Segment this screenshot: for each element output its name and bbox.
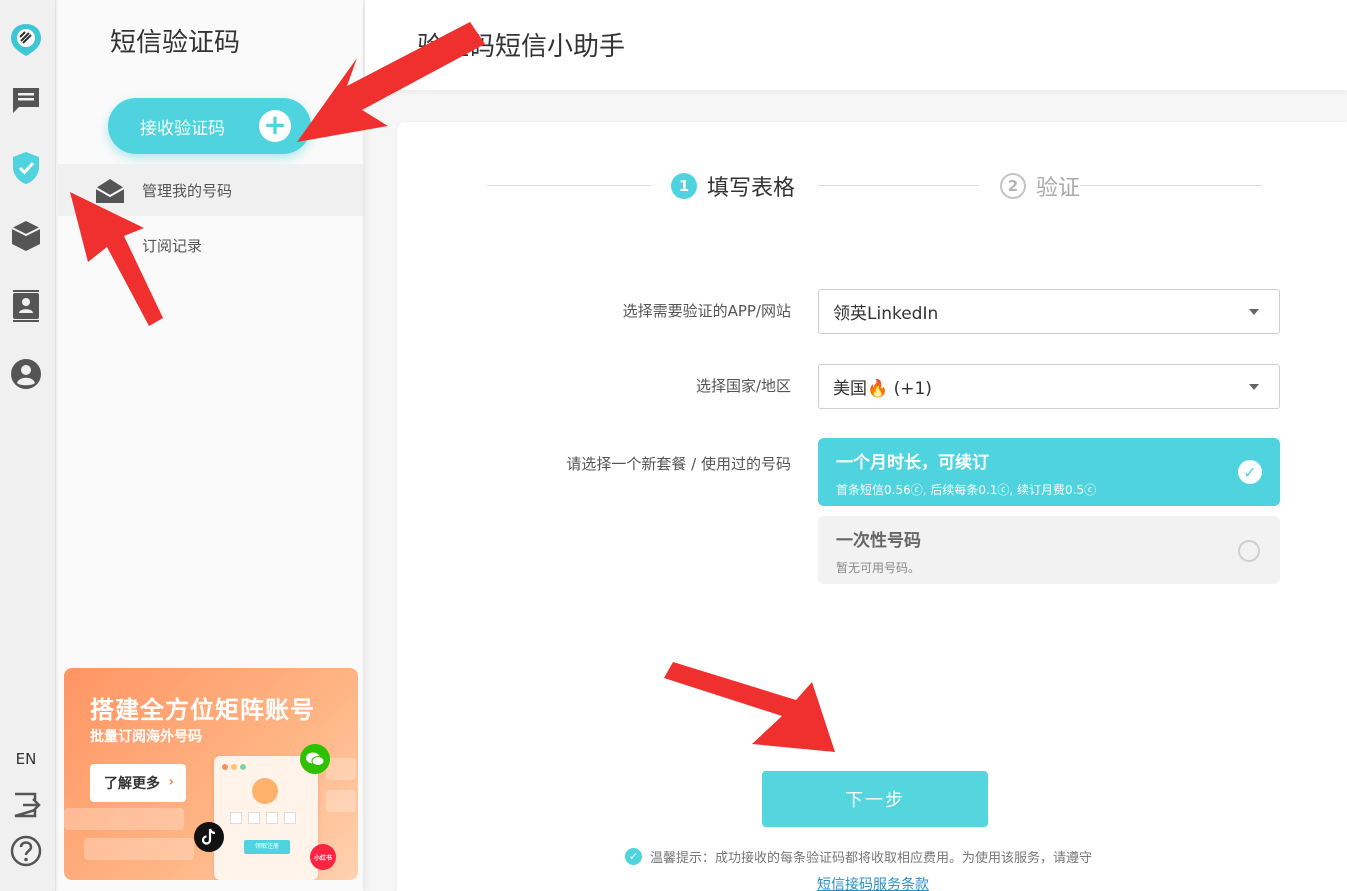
box-icon[interactable] — [8, 218, 44, 254]
promo-banner[interactable]: 搭建全方位矩阵账号 批量订阅海外号码 了解更多 › 领取注册 小红书 — [64, 668, 358, 880]
next-step-button[interactable]: 下一步 — [762, 771, 988, 827]
stepper-divider — [1080, 185, 1262, 186]
terms-link[interactable]: 短信接码服务条款 — [817, 874, 929, 891]
language-toggle[interactable]: EN — [0, 750, 52, 768]
contacts-icon[interactable] — [8, 288, 44, 324]
xiaohongshu-icon: 小红书 — [310, 844, 336, 870]
xiaohongshu-label: 小红书 — [313, 854, 332, 862]
step-fill-form: 1 填写表格 — [671, 170, 795, 202]
sidebar-item-label: 订阅记录 — [142, 236, 203, 255]
envelope-open-icon — [94, 178, 126, 204]
sidebar-item-label: 管理我的号码 — [142, 181, 233, 200]
step-label: 填写表格 — [707, 176, 796, 201]
plan-option-monthly[interactable]: 一个月时长，可续订 首条短信0.56ⓒ, 后续每条0.1ⓒ, 续订月费0.5ⓒ … — [818, 438, 1280, 506]
plan-description: 暂无可用号码。 — [836, 561, 921, 575]
promo-subtitle: 批量订阅海外号码 — [90, 729, 202, 745]
app-select[interactable]: 领英LinkedIn — [818, 289, 1280, 334]
country-field-label: 选择国家/地区 — [695, 377, 791, 395]
tiktok-icon — [194, 822, 224, 852]
radio-icon — [1238, 540, 1260, 562]
app-field-label: 选择需要验证的APP/网站 — [622, 302, 791, 320]
sidebar: 短信验证码 接收验证码 + 管理我的号码 订阅记录 搭建全方位矩阵账号 批量订阅… — [58, 0, 363, 891]
logo-icon[interactable] — [8, 22, 44, 58]
country-select-value: 美国🔥 (+1) — [833, 379, 932, 399]
promo-card-button: 领取注册 — [244, 840, 290, 854]
shield-check-icon[interactable] — [8, 150, 44, 186]
learn-more-button[interactable]: 了解更多 › — [90, 764, 186, 802]
step-number: 2 — [1000, 173, 1026, 199]
receive-code-button[interactable]: 接收验证码 + — [108, 98, 311, 154]
learn-more-label: 了解更多 — [104, 776, 160, 792]
check-icon: ✓ — [1238, 460, 1262, 484]
caret-down-icon — [1249, 384, 1259, 390]
stepper-divider — [487, 185, 651, 186]
check-circle-icon: ✓ — [625, 848, 642, 865]
plan-description: 首条短信0.56ⓒ, 后续每条0.1ⓒ, 续订月费0.5ⓒ — [836, 483, 1097, 497]
receive-code-label: 接收验证码 — [140, 118, 225, 139]
step-verify: 2 验证 — [1000, 170, 1080, 202]
fee-tip: ✓ 温馨提示：成功接收的每条验证码都将收取相应费用。为使用该服务，请遵守 — [625, 847, 1092, 866]
chevron-right-icon: › — [168, 774, 174, 790]
plus-icon: + — [259, 110, 291, 142]
plan-title: 一个月时长，可续订 — [836, 453, 989, 473]
plan-field-label: 请选择一个新套餐 / 使用过的号码 — [566, 455, 791, 473]
plan-option-one-time[interactable]: 一次性号码 暂无可用号码。 — [818, 516, 1280, 584]
icon-rail: EN — [0, 0, 56, 891]
header: 验证码短信小助手 — [365, 0, 1347, 90]
stepper-divider — [818, 185, 978, 186]
country-select[interactable]: 美国🔥 (+1) — [818, 364, 1280, 409]
fee-tip-text: 温馨提示：成功接收的每条验证码都将收取相应费用。为使用该服务，请遵守 — [650, 851, 1093, 866]
logout-icon[interactable] — [8, 787, 44, 823]
avatar-icon — [252, 778, 278, 804]
step-number: 1 — [671, 173, 697, 199]
sidebar-item-manage-numbers[interactable]: 管理我的号码 — [58, 164, 363, 216]
main-card: 1 填写表格 2 验证 选择需要验证的APP/网站 领英LinkedIn 选择国… — [397, 122, 1347, 891]
plan-title: 一次性号码 — [836, 531, 921, 551]
sidebar-title: 短信验证码 — [110, 28, 241, 58]
promo-title: 搭建全方位矩阵账号 — [90, 696, 315, 724]
wechat-icon — [300, 744, 330, 774]
help-icon[interactable] — [8, 833, 44, 869]
sidebar-item-subscriptions[interactable]: 订阅记录 — [58, 219, 363, 271]
user-icon[interactable] — [8, 356, 44, 392]
caret-down-icon — [1249, 309, 1259, 315]
promo-illustration-card: 领取注册 — [214, 756, 318, 880]
chat-icon[interactable] — [8, 82, 44, 118]
app-select-value: 领英LinkedIn — [833, 304, 939, 324]
step-label: 验证 — [1036, 176, 1081, 201]
page-title: 验证码短信小助手 — [417, 32, 626, 62]
